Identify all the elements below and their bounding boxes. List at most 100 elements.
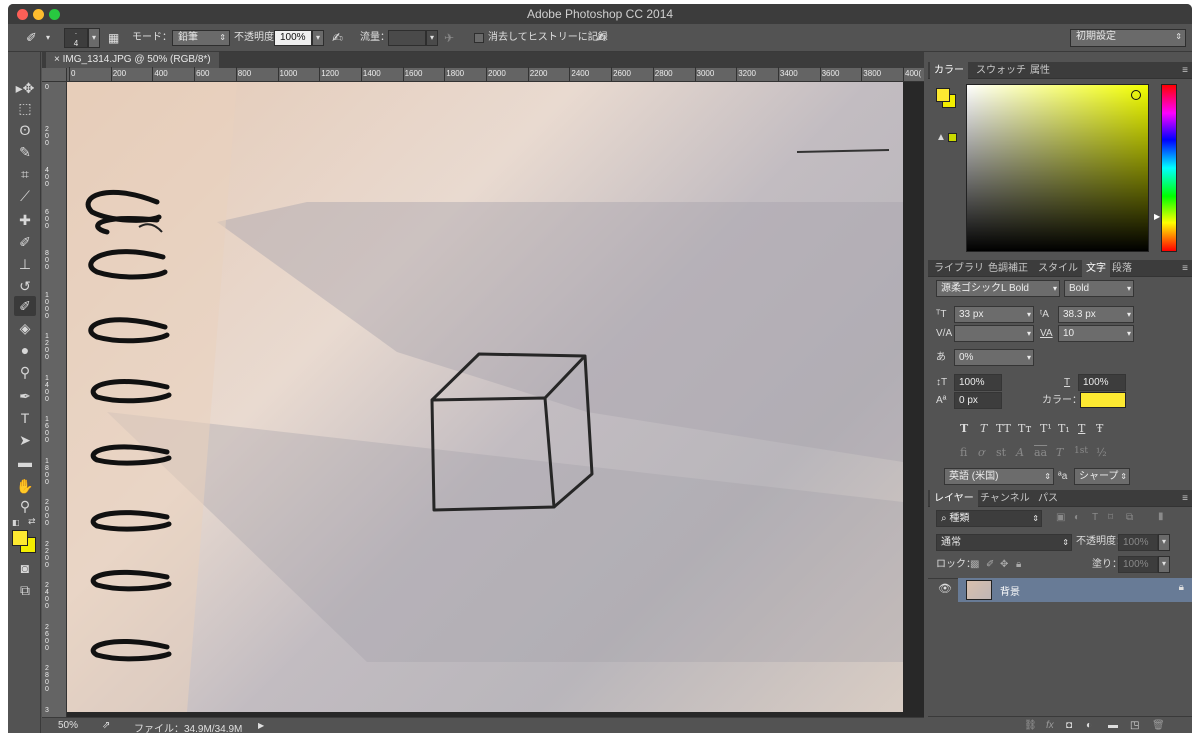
text-color-swatch[interactable] [1080,392,1126,408]
lasso-tool-icon[interactable]: ʘ [14,120,36,140]
crop-tool-icon[interactable]: ⌗ [14,164,36,184]
ligature-button[interactable]: fi [960,446,967,459]
layer-opacity-input[interactable]: 100% [1118,534,1158,551]
default-colors-icon[interactable]: ◧ [12,518,20,527]
font-style-select[interactable]: Bold ▾ [1064,280,1134,297]
hue-slider[interactable] [1161,84,1177,252]
subscript-button[interactable]: T₁ [1058,422,1070,435]
tab-swatches[interactable]: スウォッチ [972,62,1030,79]
kerning-select[interactable]: ▾ [954,325,1034,342]
pressure-size-icon[interactable]: ✍ [596,28,607,48]
language-select[interactable]: 英語 (米国) ⇕ [944,468,1054,485]
alternate-ligature-button[interactable]: ơ [978,446,985,459]
fractions-button[interactable]: ½ [1096,446,1107,459]
leading-select[interactable]: 38.3 px ▾ [1058,306,1134,323]
font-size-select[interactable]: 33 px ▾ [954,306,1034,323]
healing-brush-tool-icon[interactable]: ✚ [14,210,36,230]
lock-pixels-icon[interactable]: ✐ [986,558,994,572]
maximize-window-button[interactable] [49,9,60,20]
flow-dropdown-icon[interactable]: ▾ [426,30,438,46]
underline-button[interactable]: T [1078,422,1085,435]
panel-menu-icon[interactable]: ≡ [1182,490,1188,507]
dodge-tool-icon[interactable]: ⚲ [14,362,36,382]
vertical-ruler[interactable]: 0 200 400 600 800 1000 1200 1400 1600 1800 2000 220… [42,82,67,717]
quick-selection-tool-icon[interactable]: ✎ [14,142,36,162]
brush-panel-toggle-icon[interactable]: ▦ [108,28,119,48]
new-group-icon[interactable]: ▬ [1108,719,1118,733]
tool-preset-dropdown-icon[interactable]: ▾ [46,28,50,48]
tab-layers[interactable]: レイヤー [930,490,978,507]
workspace-select[interactable]: 初期設定 ⇕ [1070,29,1186,47]
layer-row-background[interactable]: 背景 🔒︎ [958,578,1192,602]
type-tool-icon[interactable]: T [14,408,36,428]
filter-toggle-icon[interactable]: ▮ [1158,510,1164,524]
lock-all-icon[interactable]: 🔒︎ [1016,558,1021,572]
screen-mode-icon[interactable]: ⧉ [14,580,36,600]
zoom-tool-icon[interactable]: ⚲ [14,496,36,516]
flow-input[interactable] [388,30,426,46]
ordinals-button[interactable]: 1st [1074,446,1088,456]
eraser-tool-icon[interactable]: ✐ [14,296,36,316]
hand-tool-icon[interactable]: ✋ [14,476,36,496]
filter-adjustment-icon[interactable]: ◐ [1074,511,1080,525]
small-caps-button[interactable]: Tт [1018,422,1031,435]
brush-size-dropdown-icon[interactable]: ▾ [88,28,100,48]
status-menu-arrow-icon[interactable]: ▶ [258,721,264,730]
blur-tool-icon[interactable]: ● [14,340,36,360]
opacity-dropdown-icon[interactable]: ▾ [312,30,324,46]
fx-icon[interactable]: fx [1046,719,1054,733]
fill-input[interactable]: 100% [1118,556,1158,573]
layer-visibility-eye-icon[interactable]: 👁︎ [938,582,952,595]
pressure-opacity-icon[interactable]: ✍ [332,28,343,48]
filter-pixel-icon[interactable]: ▣ [1056,511,1065,525]
document-tab[interactable]: × IMG_1314.JPG @ 50% (RGB/8*) [46,52,219,68]
tab-color[interactable]: カラー [930,62,968,79]
out-of-gamut-warning-icon[interactable]: ▲ [936,132,946,143]
layer-filter-select[interactable]: ⌕ 種類 ⇕ [936,510,1042,527]
new-layer-icon[interactable]: ◳ [1130,719,1139,733]
opacity-input[interactable]: 100% [274,30,312,46]
tsume-select[interactable]: 0% ▾ [954,349,1034,366]
filter-smart-object-icon[interactable]: ⧉ [1126,511,1133,525]
layer-opacity-dropdown-icon[interactable]: ▾ [1158,534,1170,551]
erase-history-checkbox[interactable] [474,33,484,43]
discretionary-ligature-button[interactable]: st [996,446,1006,459]
lock-position-icon[interactable]: ✥ [1000,558,1008,572]
history-brush-tool-icon[interactable]: ↺ [14,276,36,296]
vertical-scale-input[interactable]: 100% [954,374,1002,391]
hue-slider-handle-icon[interactable]: ▶ [1154,212,1160,221]
add-mask-icon[interactable]: ◘ [1066,719,1072,733]
horizontal-ruler[interactable]: 0 200 400 600 800 1000 1200 1400 1600 1800 2000 220… [67,67,924,82]
mode-select[interactable]: 鉛筆 ⇕ [172,30,230,46]
foreground-color-swatch[interactable] [12,530,28,546]
close-window-button[interactable] [17,9,28,20]
gamut-color-swatch[interactable] [948,133,957,142]
superscript-button[interactable]: T¹ [1040,422,1052,435]
tab-libraries[interactable]: ライブラリ [930,260,988,277]
faux-bold-button[interactable]: T [960,422,968,435]
tab-character[interactable]: 文字 [1082,260,1110,277]
panel-menu-icon[interactable]: ≡ [1182,260,1188,277]
baseline-shift-input[interactable]: 0 px [954,392,1002,409]
close-tab-icon[interactable]: × [54,54,63,65]
brush-size-picker[interactable]: · 4 [64,28,88,48]
eyedropper-tool-icon[interactable]: ⟋ [14,186,36,206]
delete-layer-icon[interactable]: 🗑︎ [1152,719,1165,733]
color-picker-handle[interactable] [1131,90,1141,100]
tab-properties[interactable]: 属性 [1026,62,1054,79]
path-selection-tool-icon[interactable]: ➤ [14,430,36,450]
zoom-level[interactable]: 50% [58,720,78,731]
tab-adjustments[interactable]: 色調補正 [984,260,1032,277]
pen-tool-icon[interactable]: ✒ [14,386,36,406]
blend-mode-select[interactable]: 通常 ⇕ [936,534,1072,551]
ruler-origin[interactable] [42,68,67,82]
lock-transparency-icon[interactable]: ▩ [970,558,979,572]
tab-paragraph[interactable]: 段落 [1108,260,1136,277]
all-caps-button[interactable]: TT [996,422,1011,435]
color-fg-swatch[interactable] [936,88,950,102]
horizontal-scale-input[interactable]: 100% [1078,374,1126,391]
faux-italic-button[interactable]: T [980,422,987,435]
canvas[interactable] [67,82,924,717]
new-adjustment-layer-icon[interactable]: ◐ [1086,719,1092,733]
fill-dropdown-icon[interactable]: ▾ [1158,556,1170,573]
